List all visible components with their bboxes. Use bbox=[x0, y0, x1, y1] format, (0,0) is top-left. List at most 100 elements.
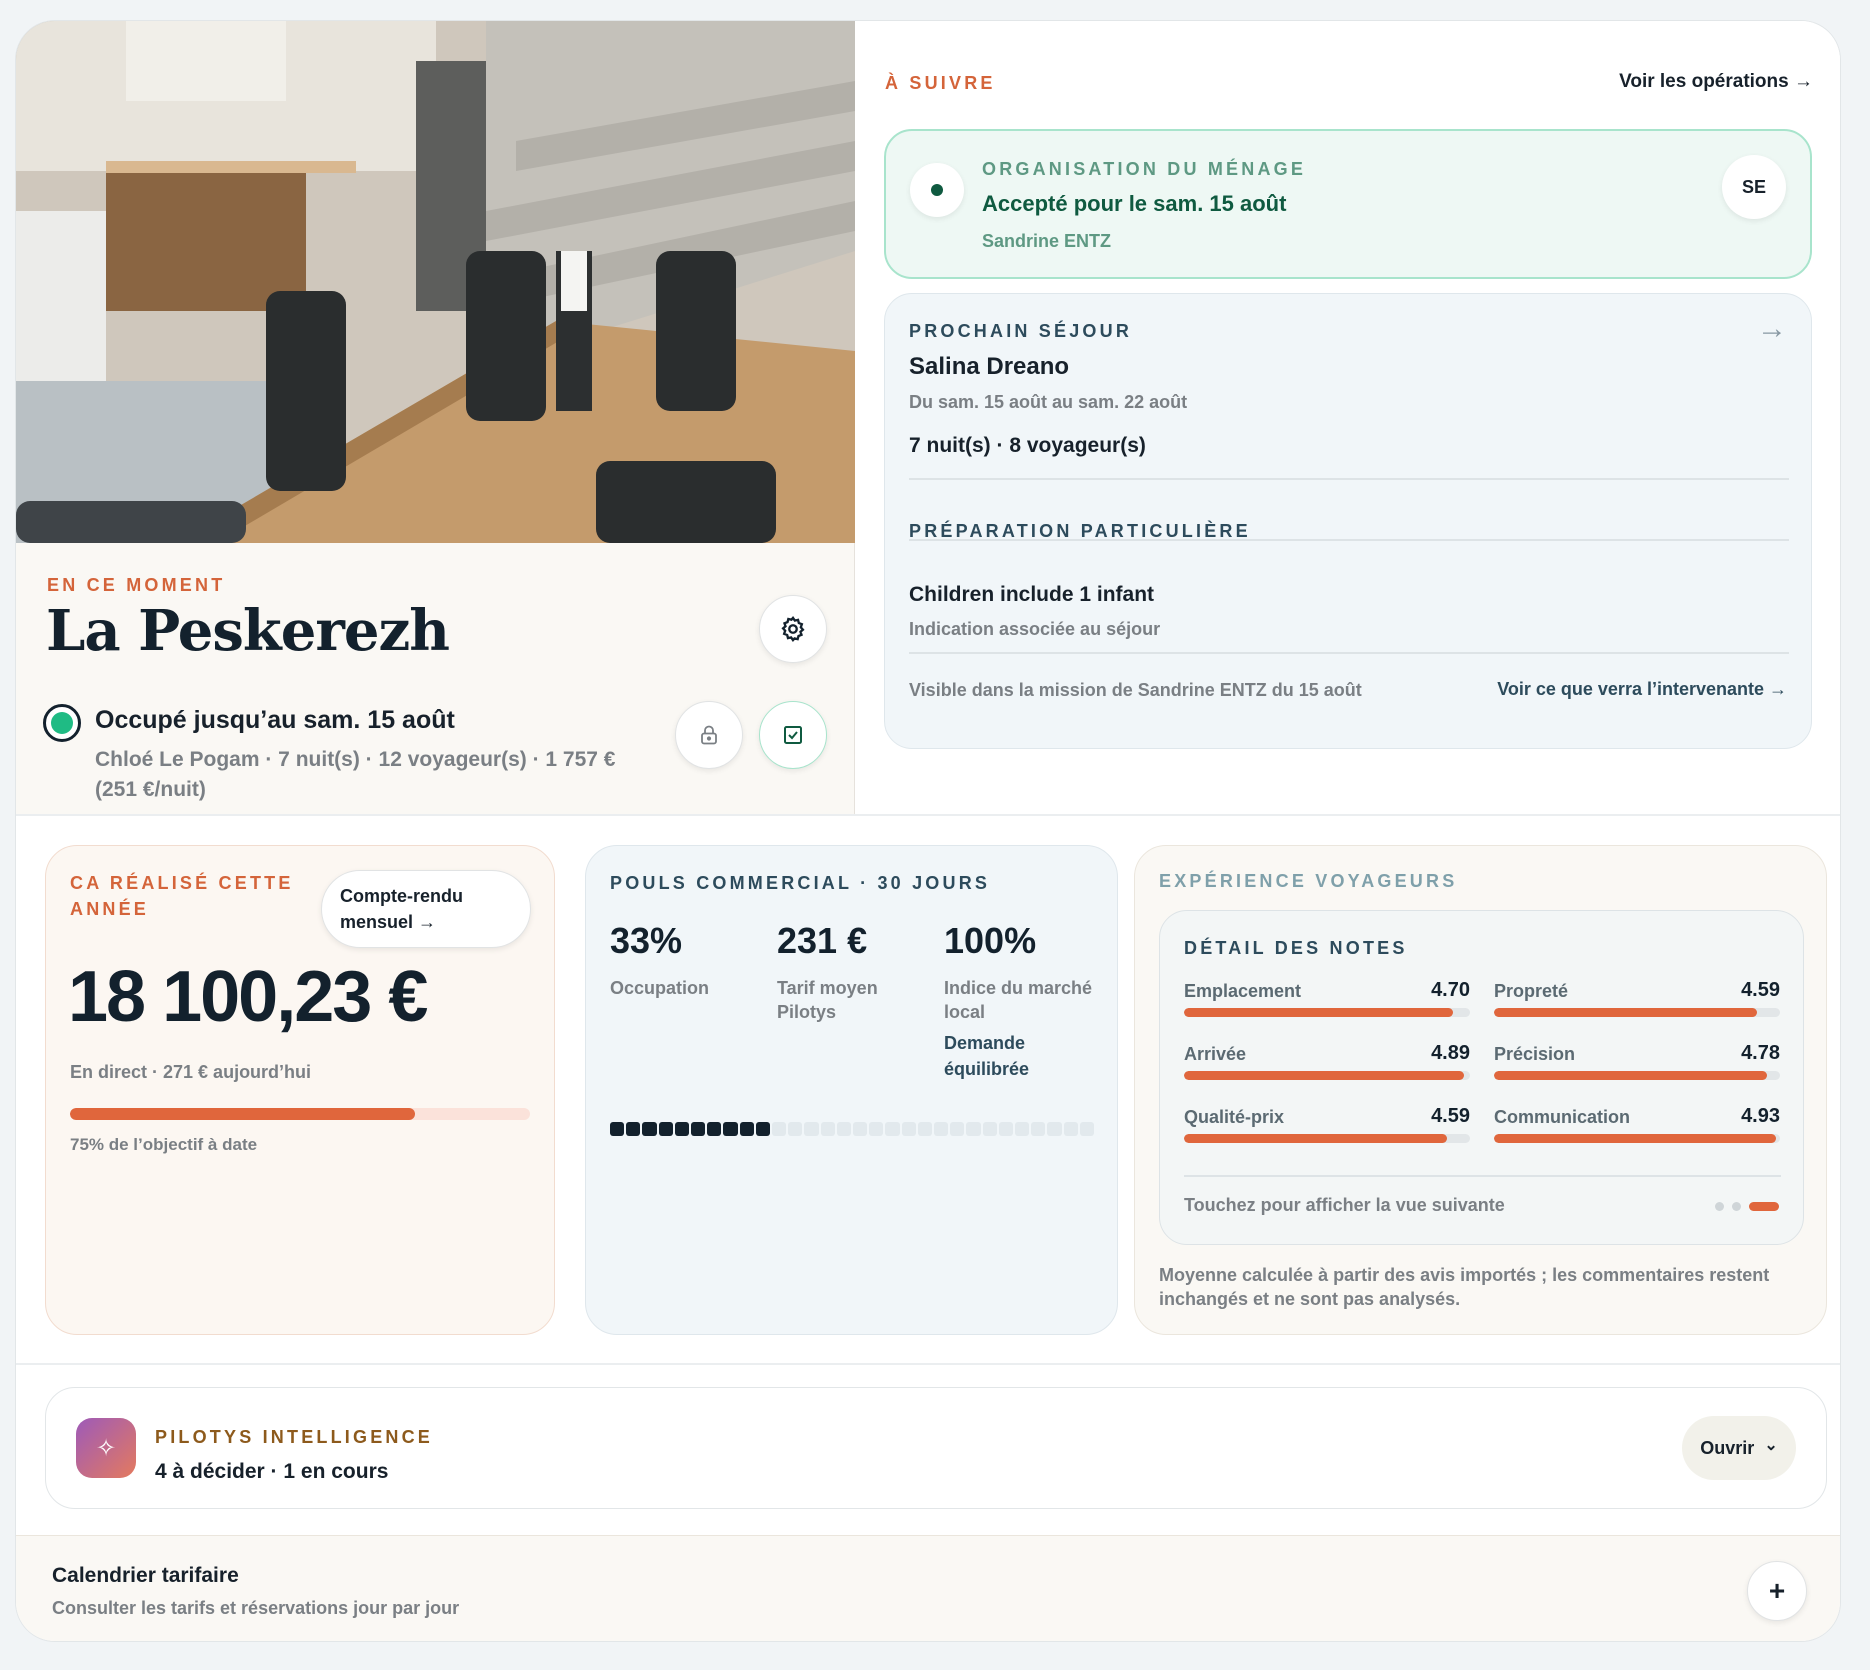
chevron-down-icon: ⌄ bbox=[1764, 1437, 1778, 1454]
day-tick bbox=[1015, 1122, 1030, 1136]
settings-button[interactable] bbox=[759, 595, 827, 663]
upcoming-panel: À SUIVRE Voir les opérations → ORGANISAT… bbox=[855, 21, 1840, 814]
rating-label: Communication bbox=[1494, 1107, 1631, 1127]
pilotys-intelligence-bar: ✧ PILOTYS INTELLIGENCE 4 à décider · 1 e… bbox=[45, 1387, 1827, 1509]
section-divider bbox=[16, 814, 1840, 816]
booked-days-strip bbox=[610, 1122, 1095, 1136]
market-index-stat: 100% Indice du marché local Demande équi… bbox=[944, 920, 1104, 1082]
stat-label: Tarif moyen Pilotys bbox=[777, 978, 878, 1022]
view-operations-link[interactable]: Voir les opérations → bbox=[1619, 71, 1813, 93]
cleaning-assignee: Sandrine ENTZ bbox=[982, 231, 1112, 251]
pulse-eyebrow: POULS COMMERCIAL · 30 JOURS bbox=[610, 873, 991, 893]
current-stay-panel: EN CE MOMENT La Peskerezh Occupé jusqu’a… bbox=[16, 543, 855, 814]
occupancy-status-title: Occupé jusqu’au sam. 15 août bbox=[95, 706, 455, 734]
next-guest-name: Salina Dreano bbox=[909, 353, 1070, 380]
revenue-card: CA RÉALISÉ CETTE ANNÉE Compte-rendu mens… bbox=[45, 845, 555, 1335]
day-tick bbox=[772, 1122, 787, 1136]
objective-progress-bar bbox=[70, 1108, 530, 1120]
average-rate-stat: 231 € Tarif moyen Pilotys bbox=[777, 920, 937, 1024]
rating-bar bbox=[1184, 1134, 1470, 1143]
rating-value: 4.70 bbox=[1431, 979, 1470, 1001]
upcoming-eyebrow: À SUIVRE bbox=[885, 73, 996, 93]
day-tick bbox=[691, 1122, 706, 1136]
rating-bar bbox=[1494, 1071, 1780, 1080]
rating-bar-fill bbox=[1494, 1071, 1768, 1080]
rating-bar-fill bbox=[1494, 1008, 1757, 1017]
rating-bar-fill bbox=[1494, 1134, 1776, 1143]
property-name: La Peskerezh bbox=[46, 598, 450, 664]
open-intelligence-button[interactable]: Ouvrir ⌄ bbox=[1682, 1416, 1796, 1480]
day-tick bbox=[820, 1122, 835, 1136]
day-tick bbox=[707, 1122, 722, 1136]
occupancy-status-indicator bbox=[43, 704, 81, 742]
commercial-pulse-card: POULS COMMERCIAL · 30 JOURS 33% Occupati… bbox=[585, 845, 1118, 1335]
day-tick bbox=[966, 1122, 981, 1136]
lock-button[interactable] bbox=[675, 701, 743, 769]
property-photo bbox=[16, 21, 855, 543]
day-tick bbox=[626, 1122, 641, 1136]
expand-calendar-button[interactable]: + bbox=[1747, 1561, 1807, 1621]
ratings-detail-panel[interactable]: DÉTAIL DES NOTES Emplacement 4.70 Propreté… bbox=[1159, 910, 1804, 1245]
day-tick bbox=[998, 1122, 1014, 1136]
divider bbox=[909, 539, 1789, 541]
preparation-note: Indication associée au séjour bbox=[909, 619, 1161, 639]
ratings-footnote: Moyenne calculée à partir des avis impor… bbox=[1159, 1265, 1770, 1309]
day-tick bbox=[1079, 1122, 1095, 1136]
stat-value: 33% bbox=[610, 920, 683, 961]
intelligence-eyebrow: PILOTYS INTELLIGENCE bbox=[155, 1427, 434, 1447]
day-tick bbox=[1063, 1122, 1078, 1136]
calendar-subtitle: Consulter les tarifs et réservations jou… bbox=[52, 1598, 460, 1618]
divider bbox=[909, 478, 1789, 480]
revenue-live-text: En direct · 271 € aujourd’hui bbox=[70, 1062, 312, 1082]
pager-dot[interactable] bbox=[1732, 1202, 1741, 1211]
rating-bar-fill bbox=[1184, 1071, 1464, 1080]
day-tick bbox=[950, 1122, 965, 1136]
sparkle-icon: ✧ bbox=[76, 1418, 136, 1478]
gear-icon bbox=[781, 616, 805, 642]
rating-label: Propreté bbox=[1494, 981, 1569, 1001]
rating-bar-fill bbox=[1184, 1134, 1447, 1143]
divider bbox=[909, 652, 1789, 654]
section-divider bbox=[16, 1363, 1840, 1365]
pager-dot[interactable] bbox=[1715, 1202, 1724, 1211]
occupation-stat: 33% Occupation bbox=[610, 920, 770, 1000]
rating-bar-fill bbox=[1184, 1008, 1453, 1017]
view-pager[interactable] bbox=[1715, 1202, 1779, 1211]
day-tick bbox=[885, 1122, 900, 1136]
pager-dot-active[interactable] bbox=[1749, 1202, 1779, 1211]
stat-value: 100% bbox=[944, 920, 1037, 961]
day-tick bbox=[934, 1122, 949, 1136]
arrow-right-icon[interactable]: → bbox=[1757, 312, 1787, 346]
rating-bar bbox=[1184, 1071, 1470, 1080]
rating-value: 4.78 bbox=[1741, 1042, 1780, 1064]
current-eyebrow: EN CE MOMENT bbox=[47, 575, 226, 595]
price-calendar-section[interactable]: Calendrier tarifaire Consulter les tarif… bbox=[16, 1535, 1840, 1641]
checklist-button[interactable] bbox=[759, 701, 827, 769]
day-tick bbox=[836, 1122, 852, 1136]
cleaning-eyebrow: ORGANISATION DU MÉNAGE bbox=[982, 159, 1307, 179]
rating-label: Emplacement bbox=[1184, 981, 1302, 1001]
objective-text: 75% de l’objectif à date bbox=[70, 1135, 258, 1154]
guest-experience-card[interactable]: EXPÉRIENCE VOYAGEURS DÉTAIL DES NOTES Em… bbox=[1134, 845, 1827, 1335]
open-button-label: Ouvrir bbox=[1700, 1437, 1755, 1458]
lock-icon bbox=[701, 725, 717, 745]
calendar-title: Calendrier tarifaire bbox=[52, 1564, 239, 1587]
day-tick bbox=[739, 1122, 754, 1136]
divider bbox=[1184, 1175, 1781, 1177]
market-demand-text: Demande équilibrée bbox=[944, 1033, 1030, 1079]
day-tick bbox=[723, 1122, 738, 1136]
day-tick bbox=[1031, 1122, 1046, 1136]
cleaning-status-title: Accepté pour le sam. 15 août bbox=[982, 191, 1287, 216]
stat-label: Indice du marché local bbox=[944, 978, 1093, 1022]
day-tick bbox=[610, 1122, 625, 1136]
revenue-value: 18 100,23 € bbox=[68, 957, 428, 1037]
cleaning-organisation-card[interactable]: ORGANISATION DU MÉNAGE Accepté pour le s… bbox=[884, 129, 1812, 279]
monthly-report-button[interactable]: Compte-rendu mensuel → bbox=[321, 870, 531, 948]
day-tick bbox=[901, 1122, 916, 1136]
next-stay-eyebrow: PROCHAIN SÉJOUR bbox=[909, 321, 1133, 341]
cleaning-status-indicator bbox=[910, 163, 964, 217]
next-stay-card: PROCHAIN SÉJOUR → Salina Dreano Du sam. … bbox=[884, 293, 1812, 749]
preview-intervenant-link[interactable]: Voir ce que verra l’intervenante → bbox=[1497, 679, 1787, 700]
assignee-avatar[interactable]: SE bbox=[1722, 155, 1786, 219]
rating-label: Qualité-prix bbox=[1184, 1107, 1285, 1127]
